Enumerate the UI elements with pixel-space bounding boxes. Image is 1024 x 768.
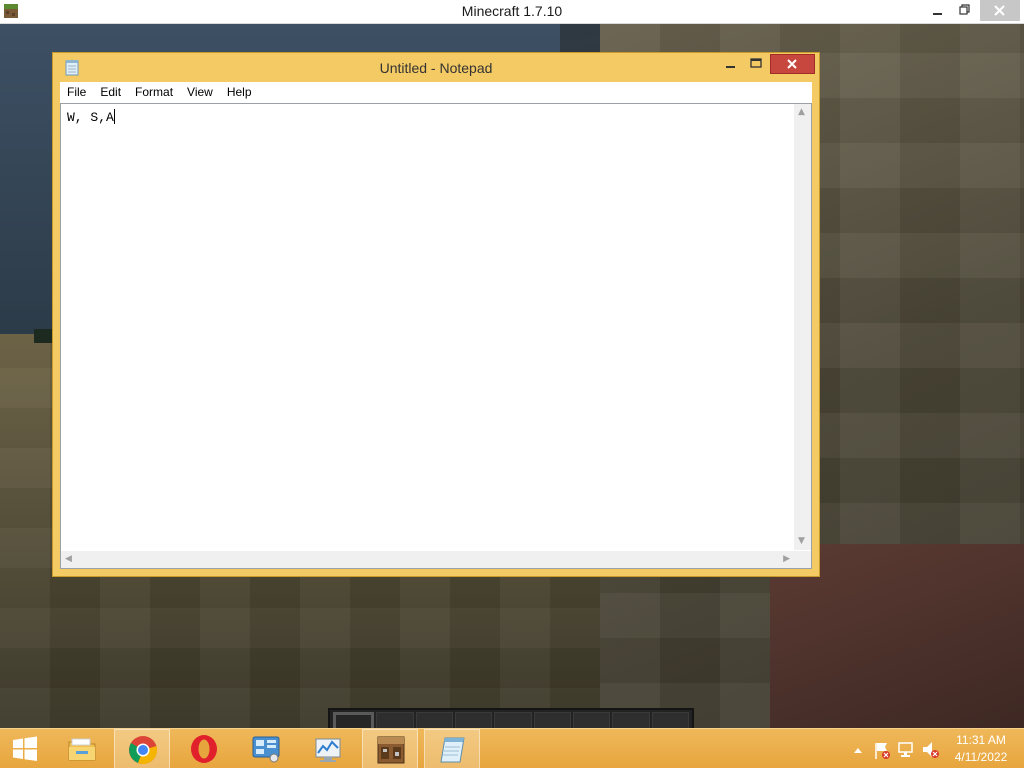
hotbar-slot-2[interactable] xyxy=(376,712,414,728)
game-bush xyxy=(34,329,52,343)
taskbar-resource-monitor[interactable] xyxy=(300,729,356,768)
notepad-close-button[interactable] xyxy=(770,54,815,74)
notepad-icon xyxy=(440,737,465,763)
show-hidden-icons-button[interactable] xyxy=(850,729,866,768)
minecraft-crafting-table-icon xyxy=(377,736,405,764)
taskbar-opera[interactable] xyxy=(176,729,232,768)
volume-button[interactable] xyxy=(920,729,940,768)
network-icon xyxy=(898,742,913,757)
menu-file[interactable]: File xyxy=(60,82,93,103)
scroll-down-arrow-icon[interactable]: ▼ xyxy=(798,537,805,546)
control-panel-icon xyxy=(252,736,280,763)
notepad-window-title: Untitled - Notepad xyxy=(379,60,493,76)
action-center-button[interactable] xyxy=(872,729,892,768)
file-explorer-icon xyxy=(68,738,96,761)
clock-date: 4/11/2022 xyxy=(954,750,1008,764)
scroll-right-arrow-icon[interactable]: ▶ xyxy=(783,555,790,564)
hotbar-slot-4[interactable] xyxy=(454,712,493,728)
hotbar-slot-6[interactable] xyxy=(533,712,571,728)
taskbar-minecraft[interactable] xyxy=(362,729,418,768)
show-hidden-icons-chevron xyxy=(854,748,862,753)
scroll-left-arrow-icon[interactable]: ◀ xyxy=(65,555,72,564)
taskbar-control-panel[interactable] xyxy=(238,729,294,768)
menu-format[interactable]: Format xyxy=(128,82,180,103)
resize-grip-icon[interactable] xyxy=(794,551,811,568)
horizontal-scrollbar[interactable]: ◀ ▶ xyxy=(61,551,794,568)
opera-icon xyxy=(191,735,217,763)
minecraft-hotbar xyxy=(328,708,694,728)
scroll-up-arrow-icon[interactable]: ▲ xyxy=(798,108,805,117)
resource-monitor-icon xyxy=(315,738,341,762)
hotbar-slot-7[interactable] xyxy=(572,712,611,728)
clock-time: 11:31 AM xyxy=(956,733,1006,747)
notepad-maximize-button[interactable] xyxy=(743,55,769,75)
chrome-icon xyxy=(129,736,158,764)
minecraft-window-title: Minecraft 1.7.10 xyxy=(461,3,563,19)
action-center-flag-icon xyxy=(875,743,890,759)
menu-help[interactable]: Help xyxy=(220,82,259,103)
network-button[interactable] xyxy=(896,729,916,768)
windows-start-icon xyxy=(13,736,37,761)
minecraft-minimize-button[interactable] xyxy=(924,0,950,21)
hotbar-slot-9[interactable] xyxy=(651,712,689,728)
notepad-titlebar[interactable]: Untitled - Notepad xyxy=(53,53,819,82)
hotbar-slot-1[interactable] xyxy=(333,712,375,728)
menu-view[interactable]: View xyxy=(180,82,220,103)
taskbar: 11:31 AM 4/11/2022 xyxy=(0,728,1024,768)
minecraft-restore-button[interactable] xyxy=(950,0,976,21)
hotbar-slot-3[interactable] xyxy=(415,712,453,728)
hotbar-slot-8[interactable] xyxy=(612,712,650,728)
notepad-text-area[interactable]: W, S,A ▲ ▼ ◀ ▶ xyxy=(60,103,812,569)
minecraft-close-button[interactable] xyxy=(980,0,1020,21)
taskbar-clock[interactable]: 11:31 AM 4/11/2022 xyxy=(944,732,1018,766)
notepad-text-content: W, S,A xyxy=(67,109,115,125)
minecraft-titlebar[interactable]: Minecraft 1.7.10 xyxy=(0,0,1024,24)
taskbar-file-explorer[interactable] xyxy=(54,729,110,768)
vertical-scrollbar[interactable]: ▲ ▼ xyxy=(794,104,811,550)
start-button[interactable] xyxy=(0,729,52,768)
text-caret xyxy=(113,109,115,124)
taskbar-chrome[interactable] xyxy=(114,729,170,768)
notepad-menubar: File Edit Format View Help xyxy=(60,82,812,103)
notepad-window: Untitled - Notepad File Edit Format View… xyxy=(52,52,820,577)
menu-edit[interactable]: Edit xyxy=(93,82,128,103)
taskbar-notepad[interactable] xyxy=(424,729,480,768)
hotbar-slot-5[interactable] xyxy=(494,712,532,728)
volume-muted-icon xyxy=(923,742,939,758)
notepad-minimize-button[interactable] xyxy=(717,55,743,75)
notepad-text: W, S,A xyxy=(67,110,114,125)
